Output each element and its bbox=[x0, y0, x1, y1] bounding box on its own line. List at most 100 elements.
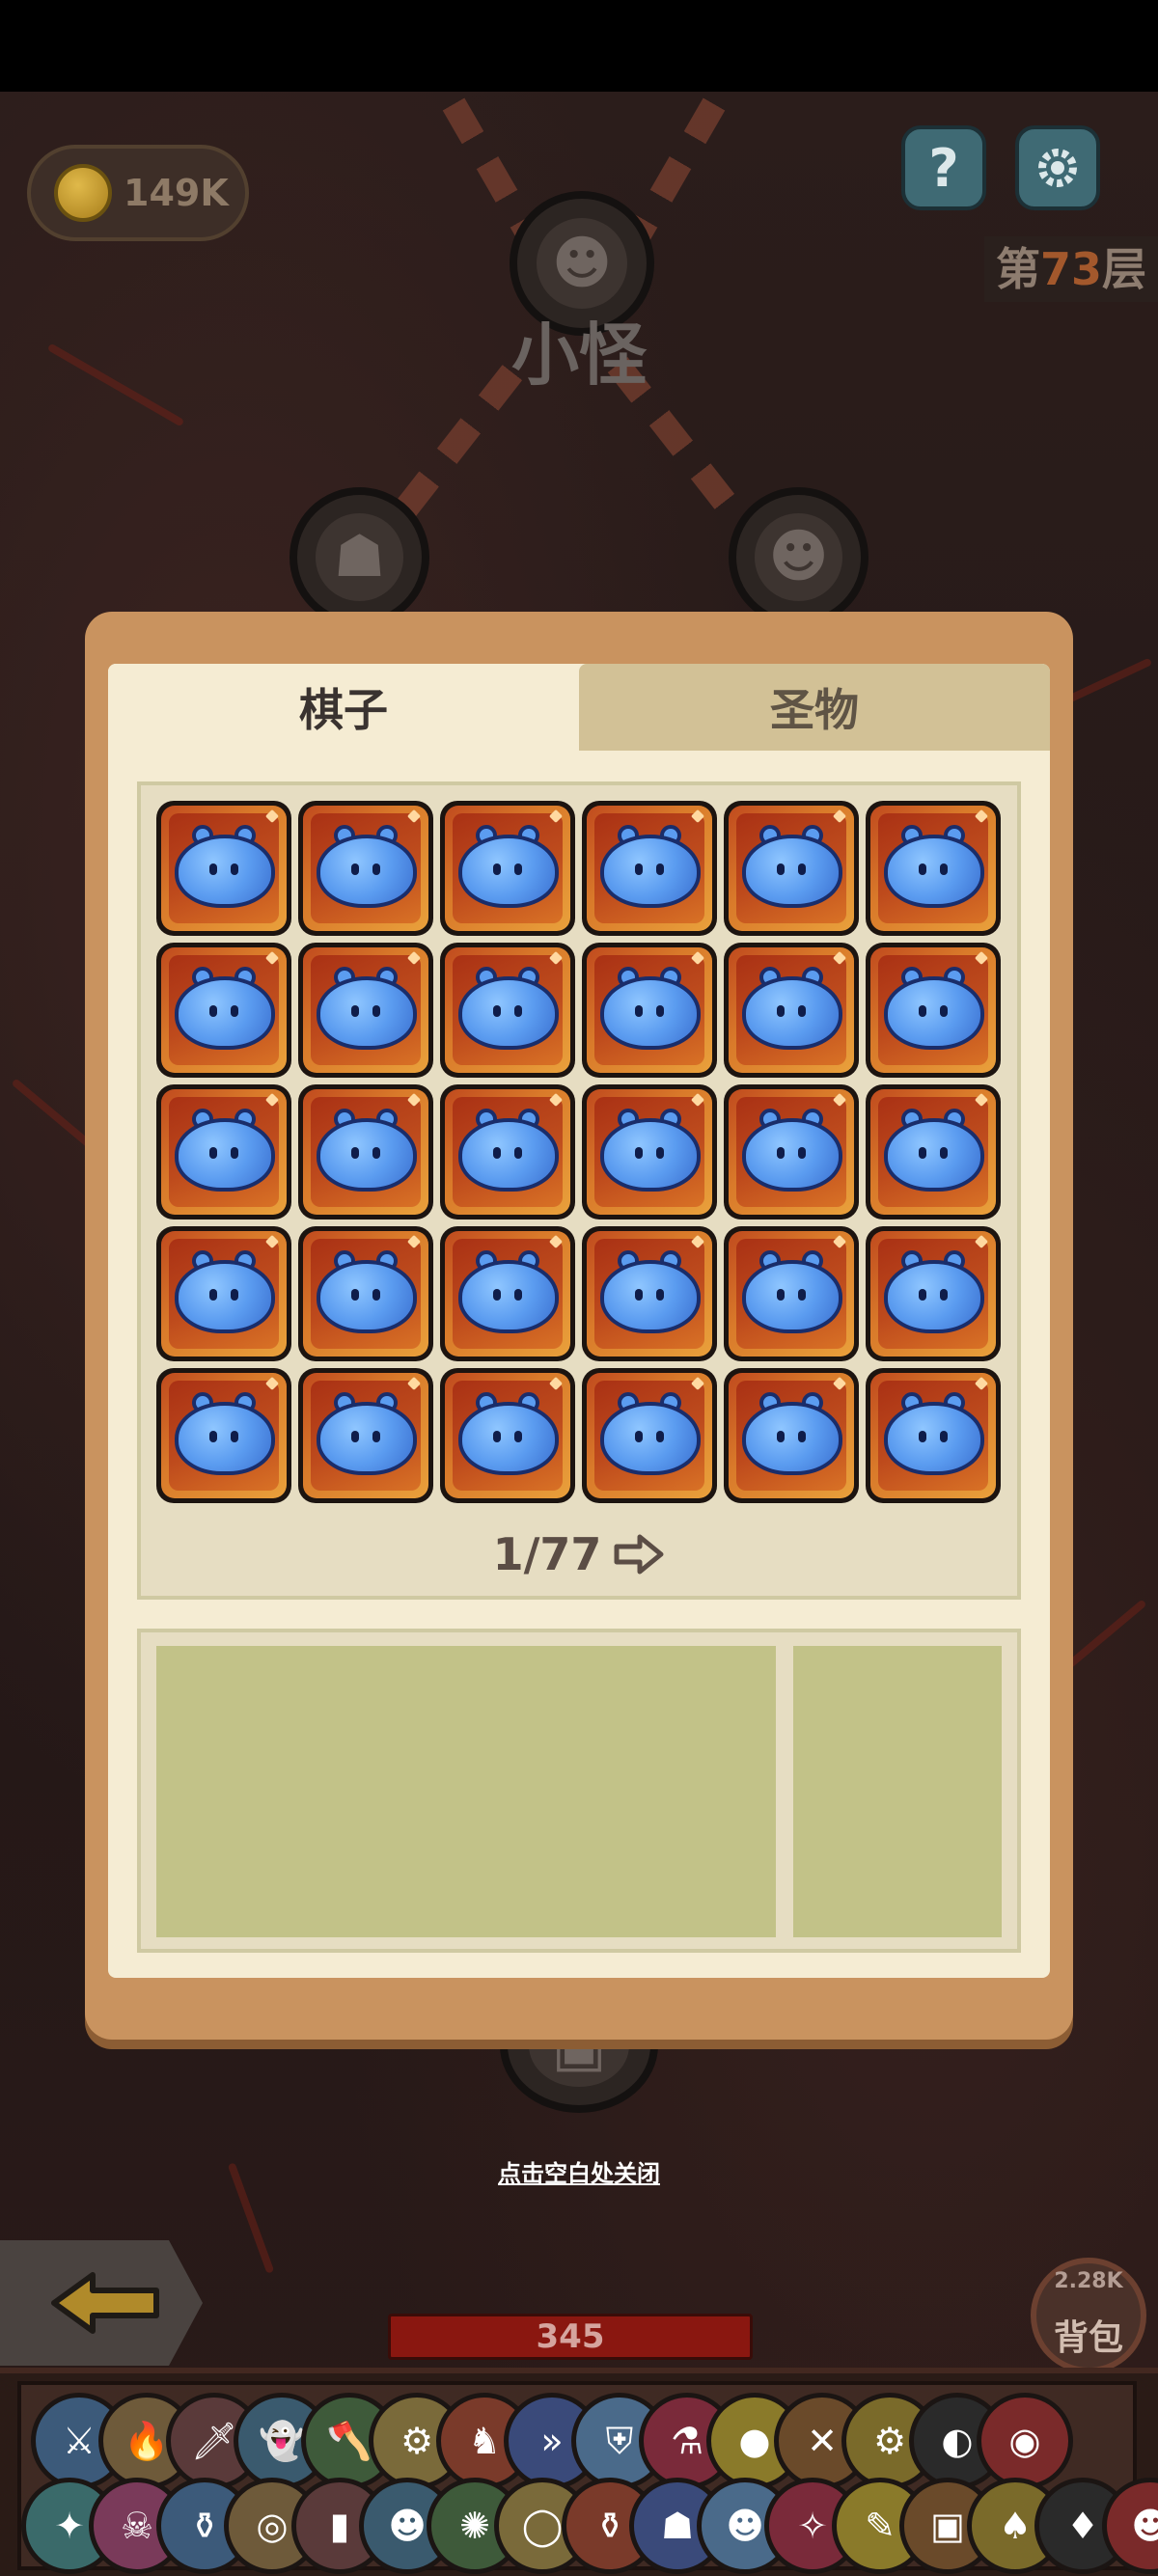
tab-pieces[interactable]: 棋子 bbox=[108, 664, 579, 751]
piece-card-slime[interactable] bbox=[440, 1084, 575, 1219]
piece-card-slime[interactable] bbox=[724, 1368, 859, 1503]
coin-icon bbox=[54, 164, 112, 222]
slime-eye bbox=[635, 1147, 643, 1159]
slime-eye bbox=[635, 1289, 643, 1301]
horned-demon-icon: ☻ bbox=[755, 513, 842, 601]
slime-eye bbox=[209, 1005, 217, 1017]
map-node-hooded[interactable]: ☗ bbox=[290, 487, 429, 627]
piece-card-slime[interactable] bbox=[866, 1084, 1001, 1219]
slime-eye bbox=[940, 1289, 948, 1301]
piece-card-slime[interactable] bbox=[582, 1084, 717, 1219]
piece-card-slime[interactable] bbox=[156, 801, 291, 936]
piece-card-slime[interactable] bbox=[582, 943, 717, 1078]
slime-eye bbox=[231, 1005, 238, 1017]
demon-mask-icon: ☻ bbox=[537, 218, 627, 309]
tray-row-1: ⚔ 🔥 🗡 👻 🪓 ⚙ ♞» ⛨ ⚗ ● ✕ ⚙ ◐ ◉ bbox=[31, 2393, 1073, 2489]
slime-eye bbox=[919, 1289, 926, 1301]
card-frame bbox=[587, 1231, 712, 1357]
blue-slime-icon bbox=[175, 1118, 275, 1192]
piece-card-slime[interactable] bbox=[724, 1226, 859, 1361]
slime-eye bbox=[777, 1147, 785, 1159]
piece-card-slime[interactable] bbox=[156, 1084, 291, 1219]
slime-eye bbox=[372, 1289, 380, 1301]
card-frame bbox=[161, 806, 287, 931]
slime-eye bbox=[940, 863, 948, 875]
slime-eye bbox=[372, 1431, 380, 1442]
piece-card-slime[interactable] bbox=[440, 1368, 575, 1503]
slime-eye bbox=[514, 863, 522, 875]
piece-card-slime[interactable] bbox=[440, 801, 575, 936]
piece-card-slime[interactable] bbox=[156, 943, 291, 1078]
slime-eye bbox=[919, 1431, 926, 1442]
slime-eye bbox=[798, 863, 806, 875]
settings-button[interactable] bbox=[1015, 125, 1100, 210]
card-frame bbox=[445, 947, 570, 1073]
piece-card-slime[interactable] bbox=[866, 943, 1001, 1078]
blue-slime-icon bbox=[742, 835, 842, 908]
coin-amount: 149K bbox=[124, 172, 229, 214]
blue-slime-icon bbox=[884, 976, 984, 1050]
arrow-left-icon bbox=[51, 2272, 159, 2334]
piece-card-slime[interactable] bbox=[866, 1368, 1001, 1503]
piece-card-slime[interactable] bbox=[582, 1226, 717, 1361]
card-frame bbox=[587, 1373, 712, 1498]
piece-card-slime[interactable] bbox=[440, 1226, 575, 1361]
piece-card-slime[interactable] bbox=[298, 1226, 433, 1361]
slime-eye bbox=[351, 1431, 359, 1442]
blue-slime-icon bbox=[742, 976, 842, 1050]
piece-card-slime[interactable] bbox=[298, 801, 433, 936]
piece-card-slime[interactable] bbox=[298, 943, 433, 1078]
blue-slime-icon bbox=[317, 835, 417, 908]
piece-card-slime[interactable] bbox=[724, 801, 859, 936]
slime-eye bbox=[351, 1289, 359, 1301]
map-node-ogre[interactable]: ☻ bbox=[729, 487, 868, 627]
slime-eye bbox=[656, 1147, 664, 1159]
next-page-arrow-icon[interactable] bbox=[613, 1533, 665, 1576]
piece-card-slime[interactable] bbox=[582, 801, 717, 936]
piece-card-slime[interactable] bbox=[298, 1368, 433, 1503]
slime-eye bbox=[231, 863, 238, 875]
blue-slime-icon bbox=[884, 1260, 984, 1333]
hooded-figure-icon: ☗ bbox=[316, 513, 403, 601]
help-button[interactable]: ? bbox=[901, 125, 986, 210]
piece-grid-box: 1/77 bbox=[137, 781, 1021, 1600]
blue-slime-icon bbox=[458, 1118, 559, 1192]
detail-preview bbox=[793, 1646, 1002, 1937]
coin-counter: 149K bbox=[27, 145, 249, 241]
piece-card-slime[interactable] bbox=[440, 943, 575, 1078]
bag-count: 2.28K bbox=[1054, 2269, 1123, 2293]
red-slime-icon[interactable]: ◉ bbox=[977, 2393, 1073, 2489]
close-hint[interactable]: 点击空白处关闭 bbox=[0, 2154, 1158, 2188]
card-frame bbox=[729, 1089, 854, 1215]
status-bar bbox=[0, 0, 1158, 92]
piece-grid bbox=[156, 801, 1001, 1503]
card-frame bbox=[587, 947, 712, 1073]
floor-number: 73 bbox=[1039, 243, 1102, 295]
slime-eye bbox=[777, 1289, 785, 1301]
slime-eye bbox=[777, 863, 785, 875]
tab-relics[interactable]: 圣物 bbox=[579, 664, 1050, 751]
slime-eye bbox=[656, 1431, 664, 1442]
card-frame bbox=[587, 1089, 712, 1215]
card-frame bbox=[303, 947, 428, 1073]
card-frame bbox=[729, 1373, 854, 1498]
card-frame bbox=[161, 1373, 287, 1498]
piece-card-slime[interactable] bbox=[156, 1368, 291, 1503]
floor-prefix: 第 bbox=[995, 243, 1040, 295]
piece-card-slime[interactable] bbox=[724, 943, 859, 1078]
slime-eye bbox=[493, 1289, 501, 1301]
hp-bar: 345 bbox=[388, 2314, 753, 2360]
back-button[interactable] bbox=[0, 2240, 203, 2366]
piece-card-slime[interactable] bbox=[724, 1084, 859, 1219]
piece-card-slime[interactable] bbox=[298, 1084, 433, 1219]
slime-eye bbox=[798, 1147, 806, 1159]
blue-slime-icon bbox=[742, 1260, 842, 1333]
piece-card-slime[interactable] bbox=[156, 1226, 291, 1361]
blue-slime-icon bbox=[317, 976, 417, 1050]
detail-description bbox=[156, 1646, 776, 1937]
piece-card-slime[interactable] bbox=[582, 1368, 717, 1503]
piece-card-slime[interactable] bbox=[866, 1226, 1001, 1361]
slime-eye bbox=[656, 863, 664, 875]
slime-eye bbox=[231, 1147, 238, 1159]
piece-card-slime[interactable] bbox=[866, 801, 1001, 936]
